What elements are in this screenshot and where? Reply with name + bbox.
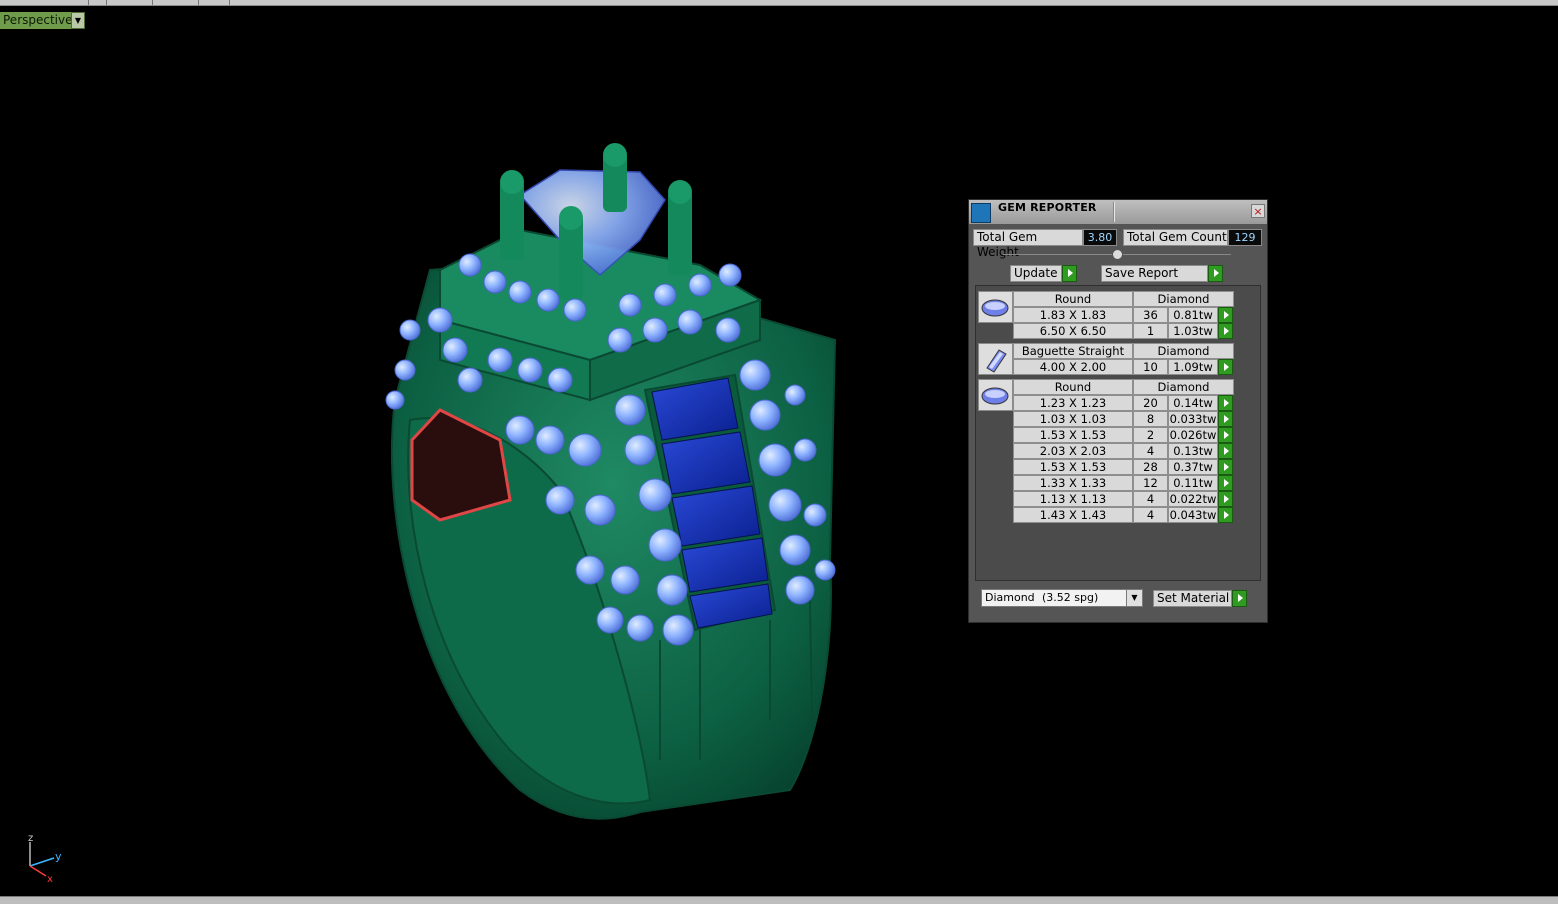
ring-3d-model — [385, 143, 837, 820]
gem-size: 1.53 X 1.53 — [1013, 459, 1133, 475]
close-icon[interactable]: × — [1251, 204, 1265, 218]
update-button-label: Update — [1010, 265, 1062, 282]
gem-count: 10 — [1133, 359, 1168, 375]
play-arrow-icon[interactable] — [1062, 265, 1077, 282]
select-row-arrow-icon[interactable] — [1218, 507, 1233, 523]
material-select[interactable]: Diamond (3.52 spg) ▼ — [981, 589, 1143, 607]
gem-count: 4 — [1133, 507, 1168, 523]
select-row-arrow-icon[interactable] — [1218, 491, 1233, 507]
gem-size: 4.00 X 2.00 — [1013, 359, 1133, 375]
gem-weight: 0.026tw — [1168, 427, 1218, 443]
gem-count: 4 — [1133, 443, 1168, 459]
round-gem-icon — [978, 379, 1013, 411]
gem-weight: 1.09tw — [1168, 359, 1218, 375]
gem-size: 1.23 X 1.23 — [1013, 395, 1133, 411]
group-shape-header: Round — [1013, 291, 1133, 307]
gem-size: 1.83 X 1.83 — [1013, 307, 1133, 323]
group-shape-header: Round — [1013, 379, 1133, 395]
3d-viewport[interactable]: Perspective ▼ z y x — [0, 6, 1558, 896]
total-gem-count-value: 129 — [1228, 229, 1262, 246]
select-row-arrow-icon[interactable] — [1218, 443, 1233, 459]
gem-weight: 0.14tw — [1168, 395, 1218, 411]
play-arrow-icon[interactable] — [1232, 590, 1247, 607]
update-button[interactable]: Update — [1010, 265, 1077, 282]
viewport-label[interactable]: Perspective ▼ — [0, 12, 85, 29]
save-report-button[interactable]: Save Report — [1101, 265, 1223, 282]
gem-size: 1.13 X 1.13 — [1013, 491, 1133, 507]
panel-title: GEM REPORTER — [998, 201, 1097, 214]
total-gem-weight-value: 3.80 — [1083, 229, 1117, 246]
gem-size: 1.53 X 1.53 — [1013, 427, 1133, 443]
group-shape-header: Baguette Straight — [1013, 343, 1133, 359]
gem-count: 1 — [1133, 323, 1168, 339]
chevron-down-icon[interactable]: ▼ — [1126, 590, 1142, 606]
gem-weight: 0.81tw — [1168, 307, 1218, 323]
total-gem-weight-label: Total Gem Weight — [973, 229, 1083, 259]
gem-count: 4 — [1133, 491, 1168, 507]
gem-weight: 1.03tw — [1168, 323, 1218, 339]
gem-weight: 0.13tw — [1168, 443, 1218, 459]
gem-reporter-logo-icon — [971, 203, 991, 223]
gem-size: 1.33 X 1.33 — [1013, 475, 1133, 491]
gem-size: 2.03 X 2.03 — [1013, 443, 1133, 459]
gem-count: 8 — [1133, 411, 1168, 427]
gem-weight: 0.022tw — [1168, 491, 1218, 507]
gem-count: 20 — [1133, 395, 1168, 411]
gem-count: 28 — [1133, 459, 1168, 475]
chevron-down-icon[interactable]: ▼ — [71, 12, 85, 29]
select-row-arrow-icon[interactable] — [1218, 395, 1233, 411]
gem-weight: 0.11tw — [1168, 475, 1218, 491]
set-material-button[interactable]: Set Material — [1153, 590, 1247, 607]
panel-titlebar[interactable]: GEM REPORTER × — [969, 200, 1267, 224]
group-material-header: Diamond — [1133, 343, 1234, 359]
axis-x-label: x — [47, 874, 53, 884]
gem-weight: 0.37tw — [1168, 459, 1218, 475]
save-report-button-label: Save Report — [1101, 265, 1208, 282]
group-material-header: Diamond — [1133, 291, 1234, 307]
select-row-arrow-icon[interactable] — [1218, 359, 1233, 375]
total-gem-count-label: Total Gem Count — [1123, 229, 1228, 246]
baguette-gem-icon — [978, 343, 1013, 375]
viewport-name: Perspective — [0, 12, 73, 29]
play-arrow-icon[interactable] — [1208, 265, 1223, 282]
group-material-header: Diamond — [1133, 379, 1234, 395]
select-row-arrow-icon[interactable] — [1218, 323, 1233, 339]
select-row-arrow-icon[interactable] — [1218, 307, 1233, 323]
axes-gizmo-icon: z y x — [28, 833, 62, 884]
splitter-handle[interactable] — [1112, 249, 1123, 260]
gem-count: 36 — [1133, 307, 1168, 323]
gem-weight: 0.043tw — [1168, 507, 1218, 523]
gem-size: 1.43 X 1.43 — [1013, 507, 1133, 523]
gem-size: 6.50 X 6.50 — [1013, 323, 1133, 339]
select-row-arrow-icon[interactable] — [1218, 427, 1233, 443]
gem-weight: 0.033tw — [1168, 411, 1218, 427]
round-gem-icon — [978, 291, 1013, 323]
axis-z-label: z — [28, 833, 33, 844]
set-material-button-label: Set Material — [1153, 590, 1232, 607]
material-density: (3.52 spg) — [1042, 591, 1099, 604]
gem-count: 2 — [1133, 427, 1168, 443]
select-row-arrow-icon[interactable] — [1218, 411, 1233, 427]
axis-y-label: y — [55, 850, 62, 863]
material-name: Diamond — [985, 591, 1035, 604]
gem-size: 1.03 X 1.03 — [1013, 411, 1133, 427]
gem-count: 12 — [1133, 475, 1168, 491]
select-row-arrow-icon[interactable] — [1218, 475, 1233, 491]
select-row-arrow-icon[interactable] — [1218, 459, 1233, 475]
